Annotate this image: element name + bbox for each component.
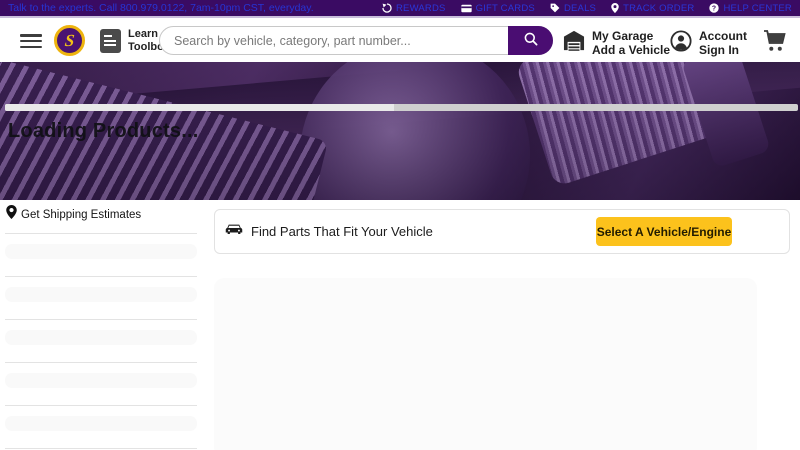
help-center-link[interactable]: ? HELP CENTER — [709, 3, 792, 14]
hero-banner: Loading Products... — [0, 62, 800, 200]
gift-cards-link[interactable]: GIFT CARDS — [461, 3, 535, 14]
get-shipping-estimates[interactable]: Get Shipping Estimates — [6, 205, 141, 224]
gift-cards-label: GIFT CARDS — [476, 3, 535, 14]
main-header: S Learn Toolbo: My Garage Add a Vehicle — [0, 20, 800, 62]
fit-vehicle-text: Find Parts That Fit Your Vehicle — [251, 224, 433, 239]
menu-hamburger-icon[interactable] — [20, 34, 42, 48]
top-links: REWARDS GIFT CARDS DEALS TRACK ORDER ? H… — [382, 3, 792, 14]
search-input[interactable] — [159, 26, 553, 55]
fit-vehicle-card: Find Parts That Fit Your Vehicle Select … — [214, 209, 790, 254]
cart-button[interactable] — [762, 29, 787, 57]
garage-icon — [563, 30, 585, 56]
gift-card-icon — [461, 4, 472, 13]
sidebar-divider — [5, 276, 197, 277]
track-order-label: TRACK ORDER — [623, 3, 694, 14]
shipping-estimates-label: Get Shipping Estimates — [21, 209, 141, 221]
account-icon — [670, 30, 692, 57]
pin-icon — [611, 3, 619, 13]
sidebar-skeleton-row — [5, 416, 197, 431]
sidebar-divider — [5, 448, 197, 449]
sign-in-label: Sign In — [699, 43, 747, 57]
tag-icon — [550, 3, 560, 13]
search-bar — [159, 26, 553, 55]
deals-link[interactable]: DEALS — [550, 3, 596, 14]
nav-learn-toolbox[interactable]: Learn Toolbo: — [100, 28, 168, 53]
location-pin-icon — [6, 205, 17, 224]
my-garage-label: My Garage — [592, 29, 670, 43]
page: Talk to the experts. Call 800.979.0122, … — [0, 0, 800, 450]
car-icon — [225, 223, 243, 241]
add-vehicle-label: Add a Vehicle — [592, 43, 670, 57]
logo-letter: S — [64, 32, 75, 49]
search-button[interactable] — [508, 26, 553, 55]
loading-products-text: Loading Products... — [8, 120, 198, 143]
svg-text:?: ? — [712, 6, 716, 13]
select-vehicle-engine-button[interactable]: Select A Vehicle/Engine — [596, 217, 732, 246]
phone-link[interactable]: Talk to the experts. Call 800.979.0122, … — [8, 2, 314, 14]
sidebar-skeleton-row — [5, 287, 197, 302]
help-icon: ? — [709, 3, 719, 13]
sidebar-skeleton-row — [5, 244, 197, 259]
account-signin-button[interactable]: Account Sign In — [670, 29, 747, 57]
products-loading-skeleton — [214, 278, 757, 450]
cart-icon — [762, 39, 787, 56]
sidebar-divider — [5, 362, 197, 363]
sidebar-divider — [5, 319, 197, 320]
sidebar-divider — [5, 233, 197, 234]
rewards-icon — [382, 3, 392, 13]
top-utility-bar: Talk to the experts. Call 800.979.0122, … — [0, 0, 800, 18]
help-center-label: HELP CENTER — [723, 3, 792, 14]
rewards-link[interactable]: REWARDS — [382, 3, 446, 14]
sidebar-divider — [5, 405, 197, 406]
list-icon — [100, 29, 121, 53]
search-icon — [523, 31, 539, 50]
sidebar-skeleton-row — [5, 373, 197, 388]
account-label: Account — [699, 29, 747, 43]
sidebar-skeleton-row — [5, 330, 197, 345]
deals-label: DEALS — [564, 3, 596, 14]
rewards-label: REWARDS — [396, 3, 446, 14]
loading-progress-bar — [5, 104, 798, 111]
brand-logo[interactable]: S — [54, 25, 85, 56]
my-garage-button[interactable]: My Garage Add a Vehicle — [563, 29, 670, 57]
track-order-link[interactable]: TRACK ORDER — [611, 3, 694, 14]
